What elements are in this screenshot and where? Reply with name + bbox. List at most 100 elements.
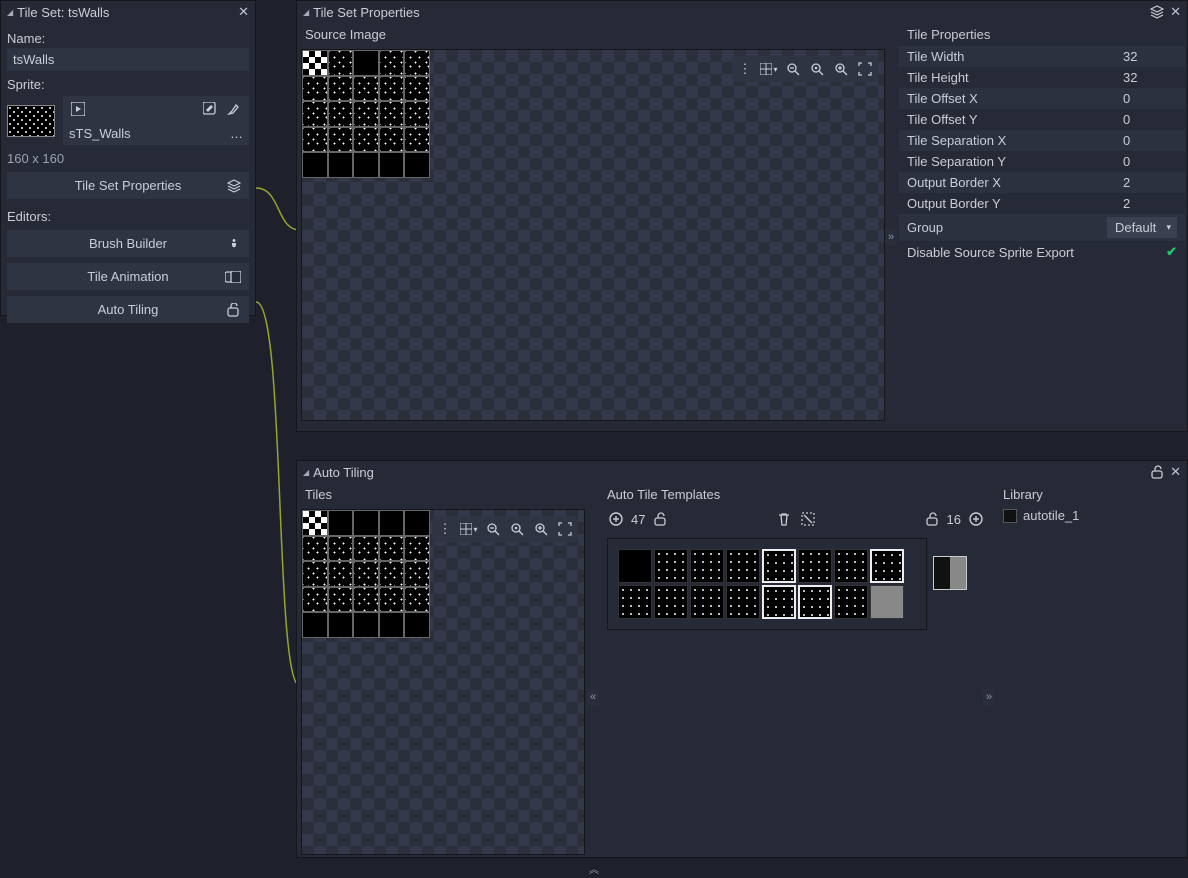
zoom-in-button[interactable] — [530, 518, 552, 540]
more-icon[interactable]: … — [230, 126, 243, 141]
auto-tiling-header: ◢ Auto Tiling ✕ — [297, 461, 1187, 483]
auto-tiling-button[interactable]: Auto Tiling — [7, 296, 249, 323]
prop-row[interactable]: Tile Separation X0 — [899, 130, 1185, 151]
templates-toolbar: 47 16 — [599, 506, 993, 532]
collapse-right-handle[interactable]: » — [885, 229, 897, 245]
prop-row[interactable]: Tile Width32 — [899, 46, 1185, 67]
tile-properties-section: Tile Properties Tile Width32 Tile Height… — [899, 23, 1185, 263]
template-cell[interactable] — [618, 549, 652, 583]
tile-animation-button[interactable]: Tile Animation — [7, 263, 249, 290]
prop-row[interactable]: Output Border X2 — [899, 172, 1185, 193]
sprite-name: sTS_Walls — [69, 126, 131, 141]
template-cell-selected[interactable] — [762, 585, 796, 619]
template-grid[interactable] — [607, 538, 927, 630]
grid-options-button[interactable] — [458, 518, 480, 540]
template-cell[interactable] — [834, 549, 868, 583]
tile-set-properties-button[interactable]: Tile Set Properties — [7, 172, 249, 199]
lock-icon[interactable] — [651, 510, 669, 528]
zoom-reset-button[interactable] — [506, 518, 528, 540]
name-label: Name: — [7, 31, 249, 46]
lock-icon[interactable] — [923, 510, 941, 528]
library-label: Library — [995, 483, 1185, 506]
close-icon[interactable]: ✕ — [238, 4, 249, 20]
group-row: Group Default ▾ — [899, 214, 1185, 241]
edit-sprite-icon[interactable] — [201, 100, 219, 118]
clear-selection-button[interactable] — [799, 510, 817, 528]
sprite-side: sTS_Walls … — [63, 96, 249, 145]
library-item-thumb — [1003, 509, 1017, 523]
template-cell[interactable] — [654, 585, 688, 619]
template-cell-selected[interactable] — [762, 549, 796, 583]
source-image-viewer[interactable]: ⋮ — [301, 49, 885, 421]
library-item-name: autotile_1 — [1023, 508, 1079, 523]
prop-row[interactable]: Tile Height32 — [899, 67, 1185, 88]
template-cell-selected[interactable] — [870, 549, 904, 583]
drag-handle-icon[interactable]: ⋮ — [434, 518, 456, 540]
auto-tiling-title: Auto Tiling — [313, 465, 374, 480]
collapse-left-handle[interactable]: « — [587, 689, 599, 705]
template-cell[interactable] — [726, 549, 760, 583]
bottom-expand-handle[interactable]: ︽ — [589, 861, 599, 876]
template-cell[interactable] — [618, 585, 652, 619]
fit-screen-button[interactable] — [554, 518, 576, 540]
collapse-right-handle[interactable]: » — [983, 689, 995, 705]
zoom-in-button[interactable] — [830, 58, 852, 80]
tile-set-body: Name: Sprite: sTS_W — [1, 23, 255, 329]
template-cell[interactable] — [654, 549, 688, 583]
library-item[interactable]: autotile_1 — [995, 506, 1185, 525]
sprite-thumbnail[interactable] — [7, 105, 55, 137]
prop-row[interactable]: Tile Offset Y0 — [899, 109, 1185, 130]
sprite-icon[interactable] — [69, 100, 87, 118]
sprite-label: Sprite: — [7, 77, 249, 92]
zoom-out-button[interactable] — [482, 518, 504, 540]
tile-set-panel-header: ◢ Tile Set: tsWalls ✕ — [1, 1, 255, 23]
template-cell-selected[interactable] — [798, 585, 832, 619]
tile-animation-icon — [225, 271, 241, 283]
close-icon[interactable]: ✕ — [1170, 4, 1181, 20]
delete-button[interactable] — [775, 510, 793, 528]
group-select[interactable]: Default — [1107, 217, 1177, 238]
template-cell[interactable] — [690, 549, 724, 583]
connector-line-2 — [256, 296, 300, 696]
auto-tiling-panel: ◢ Auto Tiling ✕ Tiles — [296, 460, 1188, 858]
lock-icon[interactable] — [1150, 465, 1164, 479]
templates-label: Auto Tile Templates — [599, 483, 993, 506]
grid-options-button[interactable] — [758, 58, 780, 80]
add-template-button[interactable] — [607, 510, 625, 528]
brush-builder-button[interactable]: Brush Builder — [7, 230, 249, 257]
name-input[interactable] — [7, 48, 249, 71]
prop-row[interactable]: Tile Separation Y0 — [899, 151, 1185, 172]
collapse-icon[interactable]: ◢ — [303, 468, 309, 477]
tiles-viewer-toolbar: ⋮ — [432, 516, 578, 542]
source-viewer-toolbar: ⋮ — [732, 56, 878, 82]
group-select-wrap[interactable]: Default ▾ — [1107, 217, 1177, 238]
properties-header: ◢ Tile Set Properties ✕ — [297, 1, 1187, 23]
sprite-controls — [63, 96, 249, 122]
drag-handle-icon[interactable]: ⋮ — [734, 58, 756, 80]
prop-row[interactable]: Output Border Y2 — [899, 193, 1185, 214]
brush-icon[interactable] — [225, 100, 243, 118]
template-cell[interactable] — [726, 585, 760, 619]
sprite-dimensions: 160 x 160 — [7, 151, 249, 166]
collapse-icon[interactable]: ◢ — [7, 8, 13, 17]
zoom-out-button[interactable] — [782, 58, 804, 80]
disable-export-row[interactable]: Disable Source Sprite Export ✔ — [899, 241, 1185, 263]
prop-row[interactable]: Tile Offset X0 — [899, 88, 1185, 109]
check-icon[interactable]: ✔ — [1166, 244, 1177, 260]
template-cell-empty[interactable] — [870, 585, 904, 619]
fit-screen-button[interactable] — [854, 58, 876, 80]
zoom-reset-button[interactable] — [806, 58, 828, 80]
missing-tile-icon[interactable] — [933, 556, 967, 590]
source-image-label: Source Image — [297, 23, 897, 46]
tile-properties-label: Tile Properties — [899, 23, 1185, 46]
template-cell[interactable] — [798, 549, 832, 583]
tiles-viewer[interactable]: ⋮ — [301, 509, 585, 855]
collapse-icon[interactable]: ◢ — [303, 8, 309, 17]
layers-icon[interactable] — [1150, 5, 1164, 19]
template-cell[interactable] — [690, 585, 724, 619]
template-cell[interactable] — [834, 585, 868, 619]
tile-set-title: Tile Set: tsWalls — [17, 5, 109, 20]
add-tile-button[interactable] — [967, 510, 985, 528]
templates-section: Auto Tile Templates 47 16 — [599, 483, 993, 859]
close-icon[interactable]: ✕ — [1170, 464, 1181, 480]
